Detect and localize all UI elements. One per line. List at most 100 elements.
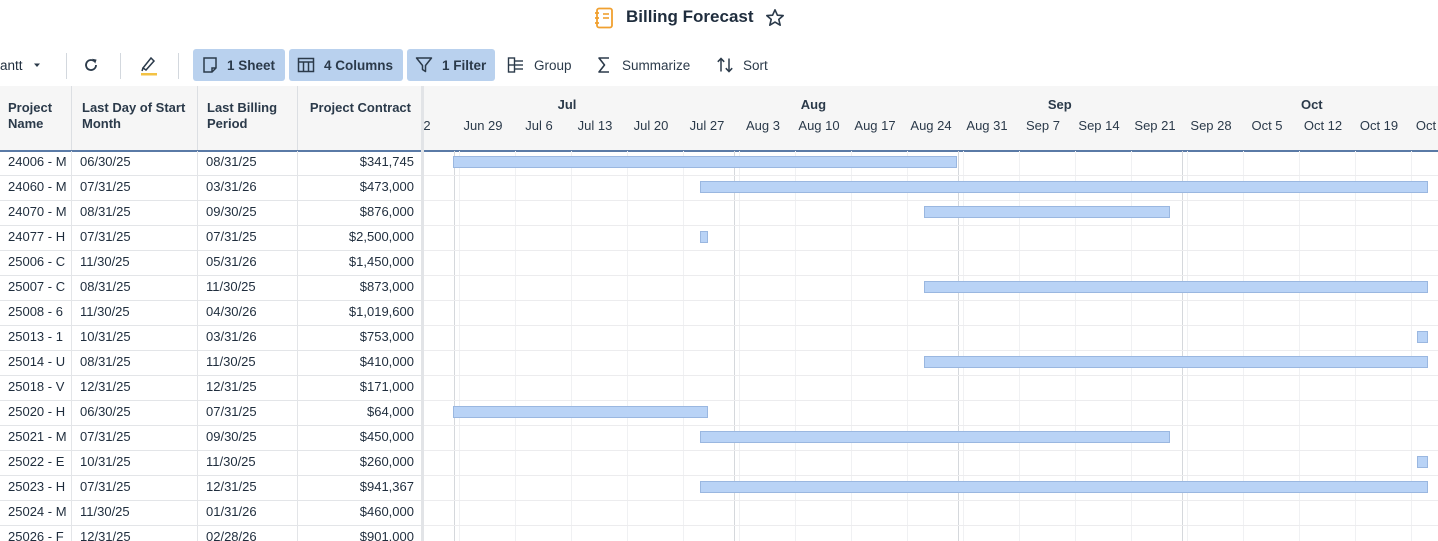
cell-billing[interactable]: 02/28/26 [198, 526, 298, 541]
cell-contract[interactable]: $1,019,600 [298, 301, 421, 325]
table-row[interactable]: 25024 - M 11/30/25 01/31/26 $460,000 [0, 501, 421, 526]
cell-contract[interactable]: $260,000 [298, 451, 421, 475]
cell-start[interactable]: 11/30/25 [72, 301, 198, 325]
cell-start[interactable]: 07/31/25 [72, 226, 198, 250]
cell-start[interactable]: 07/31/25 [72, 426, 198, 450]
column-header-project-contract[interactable]: Project Contract [298, 86, 421, 150]
cell-billing[interactable]: 11/30/25 [198, 276, 298, 300]
cell-name[interactable]: 25026 - F [0, 526, 72, 541]
column-header-billing-period[interactable]: Last Billing Period [198, 86, 298, 150]
cell-start[interactable]: 06/30/25 [72, 401, 198, 425]
cell-contract[interactable]: $873,000 [298, 276, 421, 300]
cell-billing[interactable]: 08/31/25 [198, 151, 298, 175]
table-row[interactable]: 25008 - 6 11/30/25 04/30/26 $1,019,600 [0, 301, 421, 326]
table-row[interactable]: 25006 - C 11/30/25 05/31/26 $1,450,000 [0, 251, 421, 276]
cell-start[interactable]: 06/30/25 [72, 151, 198, 175]
table-row[interactable]: 25020 - H 06/30/25 07/31/25 $64,000 [0, 401, 421, 426]
cell-start[interactable]: 12/31/25 [72, 526, 198, 541]
cell-contract[interactable]: $341,745 [298, 151, 421, 175]
table-row[interactable]: 25022 - E 10/31/25 11/30/25 $260,000 [0, 451, 421, 476]
column-header-project-name[interactable]: Project Name [0, 86, 72, 150]
gantt-bar[interactable] [453, 156, 957, 168]
table-row[interactable]: 25007 - C 08/31/25 11/30/25 $873,000 [0, 276, 421, 301]
cell-contract[interactable]: $753,000 [298, 326, 421, 350]
cell-contract[interactable]: $473,000 [298, 176, 421, 200]
cell-contract[interactable]: $876,000 [298, 201, 421, 225]
cell-billing[interactable]: 03/31/26 [198, 326, 298, 350]
cell-name[interactable]: 25007 - C [0, 276, 72, 300]
view-switcher[interactable]: antt [0, 49, 52, 81]
cell-name[interactable]: 25006 - C [0, 251, 72, 275]
cell-billing[interactable]: 11/30/25 [198, 351, 298, 375]
cell-start[interactable]: 10/31/25 [72, 451, 198, 475]
cell-contract[interactable]: $64,000 [298, 401, 421, 425]
cell-billing[interactable]: 07/31/25 [198, 226, 298, 250]
cell-contract[interactable]: $460,000 [298, 501, 421, 525]
gantt-bar[interactable] [700, 231, 708, 243]
column-header-start-month[interactable]: Last Day of Start Month [72, 86, 198, 150]
cell-name[interactable]: 25020 - H [0, 401, 72, 425]
cell-billing[interactable]: 07/31/25 [198, 401, 298, 425]
cell-billing[interactable]: 04/30/26 [198, 301, 298, 325]
cell-name[interactable]: 25022 - E [0, 451, 72, 475]
table-row[interactable]: 24060 - M 07/31/25 03/31/26 $473,000 [0, 176, 421, 201]
cell-billing[interactable]: 01/31/26 [198, 501, 298, 525]
cell-start[interactable]: 12/31/25 [72, 376, 198, 400]
cell-billing[interactable]: 09/30/25 [198, 426, 298, 450]
cell-contract[interactable]: $410,000 [298, 351, 421, 375]
gantt-bar[interactable] [700, 481, 1428, 493]
cell-start[interactable]: 07/31/25 [72, 176, 198, 200]
table-row[interactable]: 25026 - F 12/31/25 02/28/26 $901,000 [0, 526, 421, 541]
filter-button[interactable]: 1 Filter [407, 49, 495, 81]
table-row[interactable]: 24070 - M 08/31/25 09/30/25 $876,000 [0, 201, 421, 226]
table-row[interactable]: 25021 - M 07/31/25 09/30/25 $450,000 [0, 426, 421, 451]
gantt-bar[interactable] [924, 206, 1170, 218]
table-row[interactable]: 24006 - M 06/30/25 08/31/25 $341,745 [0, 151, 421, 176]
cell-name[interactable]: 25008 - 6 [0, 301, 72, 325]
cell-billing[interactable]: 05/31/26 [198, 251, 298, 275]
table-row[interactable]: 25014 - U 08/31/25 11/30/25 $410,000 [0, 351, 421, 376]
cell-billing[interactable]: 03/31/26 [198, 176, 298, 200]
gantt-bar[interactable] [700, 431, 1170, 443]
cell-contract[interactable]: $901,000 [298, 526, 421, 541]
cell-start[interactable]: 10/31/25 [72, 326, 198, 350]
cell-contract[interactable]: $171,000 [298, 376, 421, 400]
gantt-bar[interactable] [1417, 456, 1428, 468]
gantt-bar[interactable] [453, 406, 708, 418]
refresh-button[interactable] [83, 49, 103, 81]
cell-name[interactable]: 24077 - H [0, 226, 72, 250]
cell-contract[interactable]: $941,367 [298, 476, 421, 500]
highlight-button[interactable] [139, 49, 161, 81]
cell-start[interactable]: 11/30/25 [72, 501, 198, 525]
cell-name[interactable]: 24060 - M [0, 176, 72, 200]
gantt-bar[interactable] [924, 356, 1428, 368]
table-row[interactable]: 24077 - H 07/31/25 07/31/25 $2,500,000 [0, 226, 421, 251]
table-row[interactable]: 25023 - H 07/31/25 12/31/25 $941,367 [0, 476, 421, 501]
sort-button[interactable]: Sort [716, 49, 774, 81]
cell-billing[interactable]: 09/30/25 [198, 201, 298, 225]
cell-name[interactable]: 25014 - U [0, 351, 72, 375]
sheet-button[interactable]: 1 Sheet [193, 49, 285, 81]
gantt-bar[interactable] [1417, 331, 1428, 343]
cell-start[interactable]: 08/31/25 [72, 276, 198, 300]
group-button[interactable]: Group [507, 49, 579, 81]
columns-button[interactable]: 4 Columns [289, 49, 403, 81]
cell-contract[interactable]: $1,450,000 [298, 251, 421, 275]
summarize-button[interactable]: Summarize [597, 49, 697, 81]
star-icon[interactable] [765, 8, 785, 28]
cell-start[interactable]: 11/30/25 [72, 251, 198, 275]
cell-name[interactable]: 25023 - H [0, 476, 72, 500]
cell-contract[interactable]: $2,500,000 [298, 226, 421, 250]
cell-name[interactable]: 25021 - M [0, 426, 72, 450]
gantt-bar[interactable] [700, 181, 1428, 193]
cell-name[interactable]: 24006 - M [0, 151, 72, 175]
cell-name[interactable]: 25013 - 1 [0, 326, 72, 350]
cell-billing[interactable]: 12/31/25 [198, 376, 298, 400]
cell-start[interactable]: 07/31/25 [72, 476, 198, 500]
cell-start[interactable]: 08/31/25 [72, 351, 198, 375]
cell-name[interactable]: 25018 - V [0, 376, 72, 400]
cell-name[interactable]: 24070 - M [0, 201, 72, 225]
cell-start[interactable]: 08/31/25 [72, 201, 198, 225]
cell-billing[interactable]: 12/31/25 [198, 476, 298, 500]
cell-name[interactable]: 25024 - M [0, 501, 72, 525]
